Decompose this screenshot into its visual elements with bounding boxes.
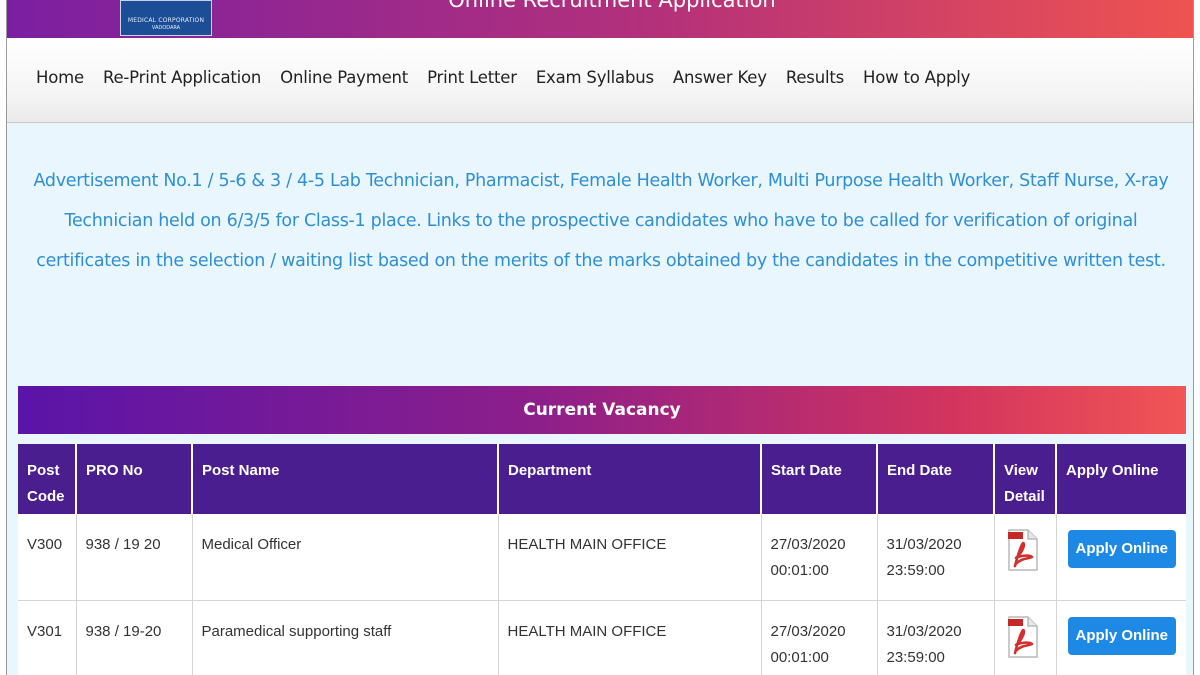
cell-apply-online: Apply Online (1055, 514, 1186, 601)
table-row: V301 938 / 19-20 Paramedical supporting … (18, 600, 1186, 675)
col-department: Department (497, 444, 761, 514)
main-content: Advertisement No.1 / 5-6 & 3 / 4-5 Lab T… (7, 123, 1193, 675)
nav-home[interactable]: Home (36, 68, 84, 87)
current-vacancy-header: Current Vacancy (18, 386, 1186, 434)
cell-post-code: V300 (18, 514, 76, 601)
col-start-date: Start Date (760, 444, 877, 514)
start-date-value: 27/03/2020 (770, 536, 846, 553)
cell-post-name: Paramedical supporting staff (191, 600, 498, 675)
nav-exam-syllabus[interactable]: Exam Syllabus (536, 68, 654, 87)
apply-online-button[interactable]: Apply Online (1067, 530, 1177, 568)
end-date-value: 31/03/2020 (886, 536, 962, 553)
start-time-value: 00:01:00 (770, 562, 829, 579)
nav-list: Home Re-Print Application Online Payment… (36, 68, 989, 87)
col-end-date: End Date (876, 444, 994, 514)
col-pro-no: PRO No (75, 444, 192, 514)
nav-reprint-application[interactable]: Re-Print Application (103, 68, 261, 87)
table-row: V300 938 / 19 20 Medical Officer HEALTH … (18, 514, 1186, 601)
end-time-value: 23:59:00 (886, 562, 945, 579)
app-title: Online Recruitment Application (448, 0, 776, 12)
nav-print-letter[interactable]: Print Letter (427, 68, 517, 87)
end-time-value: 23:59:00 (886, 648, 945, 666)
table-header-row: Post Code PRO No Post Name Department St… (18, 444, 1186, 514)
start-time-value: 00:01:00 (770, 648, 829, 666)
cell-start-date: 27/03/2020 00:01:00 (760, 514, 877, 601)
page-frame: MEDICAL CORPORATION VADODARA Online Recr… (6, 0, 1194, 675)
pdf-icon[interactable] (1007, 615, 1039, 659)
cell-pro-no: 938 / 19-20 (75, 600, 192, 675)
cell-post-code: V301 (18, 600, 76, 675)
cell-end-date: 31/03/2020 23:59:00 (876, 600, 994, 675)
start-date-value: 27/03/2020 (770, 622, 846, 640)
cell-pro-no: 938 / 19 20 (75, 514, 192, 601)
cell-apply-online: Apply Online (1055, 600, 1186, 675)
col-post-name: Post Name (191, 444, 498, 514)
nav-how-to-apply[interactable]: How to Apply (863, 68, 970, 87)
end-date-value: 31/03/2020 (886, 622, 962, 640)
cell-department: HEALTH MAIN OFFICE (497, 600, 761, 675)
nav-online-payment[interactable]: Online Payment (280, 68, 408, 87)
main-navbar: Home Re-Print Application Online Payment… (7, 38, 1193, 123)
nav-results[interactable]: Results (786, 68, 844, 87)
col-view-detail: View Detail (993, 444, 1056, 514)
logo-text-line2: VADODARA (151, 25, 181, 31)
top-banner: MEDICAL CORPORATION VADODARA Online Recr… (7, 0, 1193, 38)
nav-answer-key[interactable]: Answer Key (673, 68, 767, 87)
vacancy-table: Post Code PRO No Post Name Department St… (18, 444, 1186, 675)
cell-start-date: 27/03/2020 00:01:00 (760, 600, 877, 675)
cell-department: HEALTH MAIN OFFICE (497, 514, 761, 601)
pdf-icon[interactable] (1007, 528, 1039, 572)
cell-view-detail (993, 514, 1056, 601)
announcement-text[interactable]: Advertisement No.1 / 5-6 & 3 / 4-5 Lab T… (21, 161, 1181, 281)
logo-text-line1: MEDICAL CORPORATION (127, 17, 205, 24)
apply-online-button[interactable]: Apply Online (1067, 616, 1177, 655)
cell-view-detail (993, 600, 1056, 675)
cell-post-name: Medical Officer (191, 514, 498, 601)
col-post-code: Post Code (18, 444, 76, 514)
col-apply-online: Apply Online (1055, 444, 1186, 514)
cell-end-date: 31/03/2020 23:59:00 (876, 514, 994, 601)
